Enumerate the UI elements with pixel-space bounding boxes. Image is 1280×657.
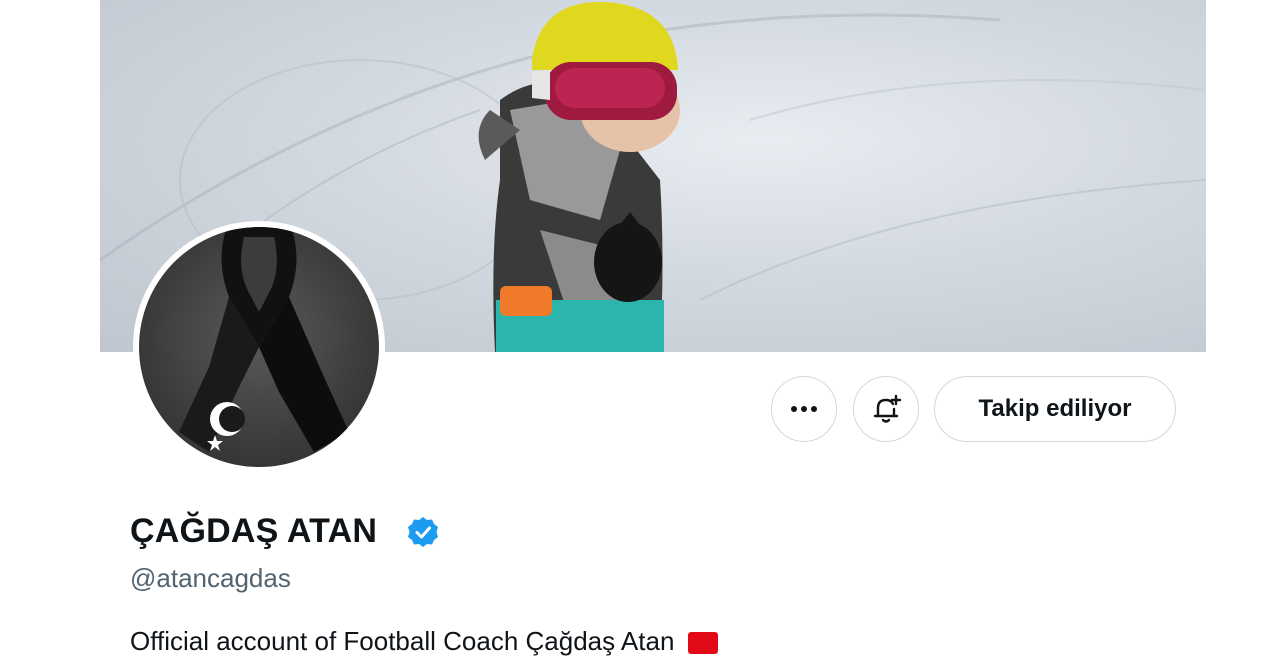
bio-text: Official account of Football Coach Çağda… [130, 626, 675, 656]
profile-avatar[interactable] [133, 221, 385, 473]
avatar-image [139, 227, 379, 467]
more-button[interactable] [771, 376, 837, 442]
following-button[interactable]: Takip ediliyor [934, 376, 1176, 442]
profile-bio: Official account of Football Coach Çağda… [130, 626, 718, 657]
black-ribbon-turkish-flag-icon [179, 227, 349, 452]
user-handle: @atancagdas [130, 563, 291, 593]
right-gutter [1206, 0, 1280, 640]
verified-badge-icon [408, 517, 438, 547]
more-horizontal-icon [791, 406, 817, 412]
bell-plus-icon [873, 394, 902, 423]
notifications-button[interactable] [853, 376, 919, 442]
display-name: ÇAĞDAŞ ATAN [130, 512, 378, 550]
profile-card: Takip ediliyor ÇAĞDAŞ ATAN @atancagdas O… [100, 0, 1206, 656]
left-gutter [0, 0, 100, 640]
turkey-flag-icon [687, 632, 718, 655]
following-button-label: Takip ediliyor [978, 395, 1132, 422]
